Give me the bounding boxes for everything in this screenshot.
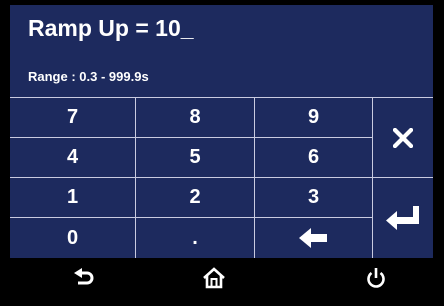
key-label: 1 (66, 186, 79, 208)
key-1[interactable]: 1 (10, 177, 135, 217)
enter-icon (386, 206, 419, 230)
home-icon (203, 267, 225, 289)
key-8[interactable]: 8 (135, 97, 254, 137)
key-6[interactable]: 6 (254, 137, 372, 177)
key-label: . (192, 226, 198, 249)
key-0[interactable]: 0 (10, 217, 135, 258)
keypad-grid: 7 8 9 4 5 6 1 2 3 0 . (10, 97, 433, 258)
keypad-panel: Ramp Up = 10_ Range : 0.3 - 999.9s 7 8 9… (10, 5, 433, 258)
range-text: Range : 0.3 - 999.9s (28, 69, 149, 84)
key-label: 9 (307, 106, 320, 128)
entry-display: Ramp Up = 10_ Range : 0.3 - 999.9s (10, 5, 433, 97)
entry-text: Ramp Up = 10_ (28, 15, 194, 41)
key-label: 5 (189, 146, 201, 168)
close-icon (393, 127, 413, 148)
back-button[interactable] (54, 258, 114, 298)
key-5[interactable]: 5 (135, 137, 254, 177)
key-label: 6 (307, 146, 320, 168)
key-3[interactable]: 3 (254, 177, 372, 217)
power-button[interactable] (346, 258, 406, 298)
power-icon (367, 268, 385, 288)
key-label: 0 (66, 226, 79, 249)
bottom-nav-bar (10, 258, 433, 306)
key-decimal[interactable]: . (135, 217, 254, 258)
key-label: 7 (66, 106, 79, 128)
left-arrow-icon (298, 228, 327, 248)
clear-button[interactable] (372, 97, 433, 177)
home-button[interactable] (184, 258, 244, 298)
key-label: 3 (307, 186, 320, 208)
key-9[interactable]: 9 (254, 97, 372, 137)
key-label: 8 (189, 106, 201, 128)
enter-button[interactable] (372, 177, 433, 258)
backspace-button[interactable] (254, 217, 372, 258)
back-arrow-icon (74, 268, 94, 285)
key-2[interactable]: 2 (135, 177, 254, 217)
key-7[interactable]: 7 (10, 97, 135, 137)
key-label: 4 (66, 146, 79, 168)
key-4[interactable]: 4 (10, 137, 135, 177)
key-label: 2 (189, 186, 201, 208)
